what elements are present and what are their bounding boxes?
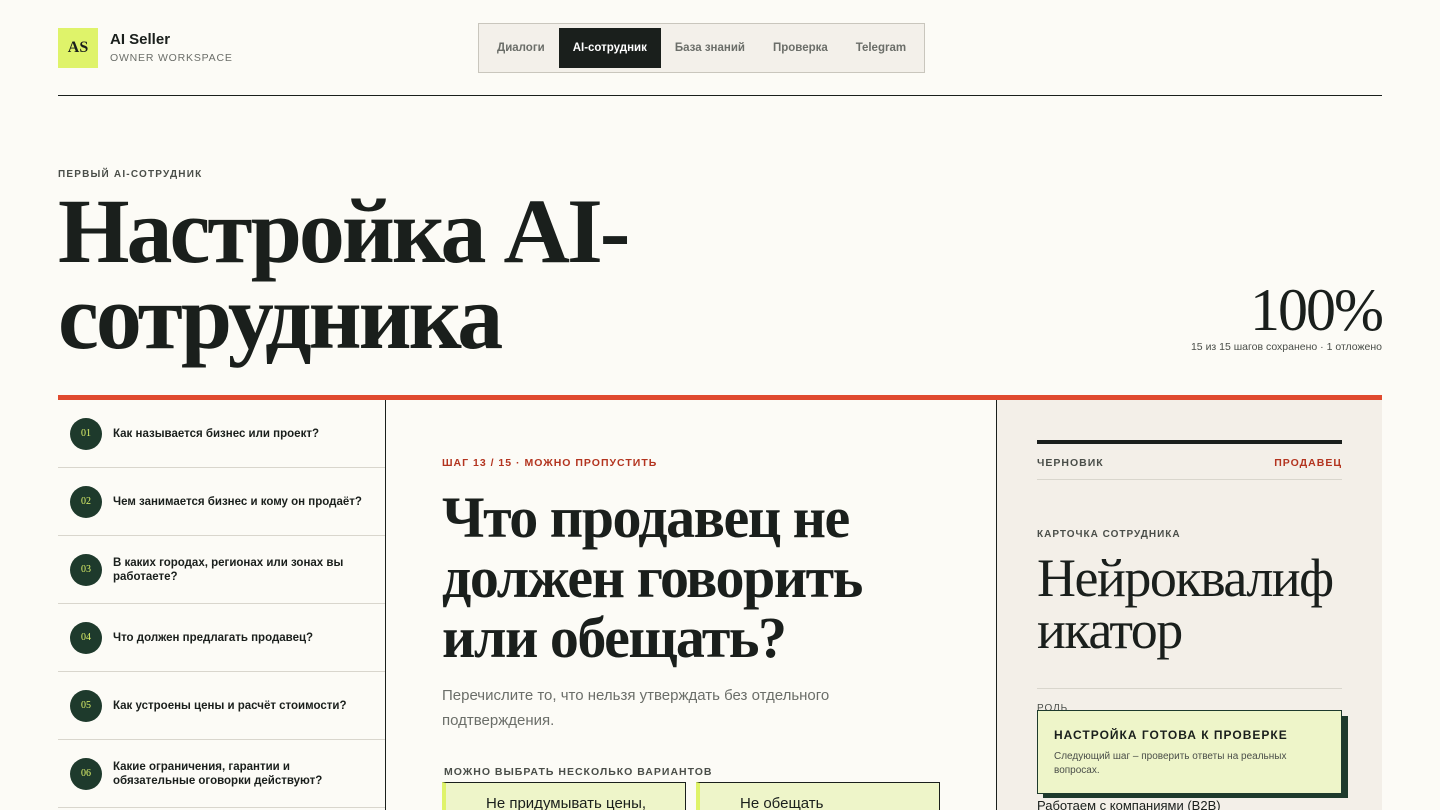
draft-label: ЧЕРНОВИК xyxy=(1037,456,1104,469)
step-number-badge: 04 xyxy=(70,621,102,654)
nav-tab-review[interactable]: Проверка xyxy=(759,28,842,68)
question-hint: Перечислите то, что нельзя утверждать бе… xyxy=(442,687,830,729)
step-meta: ШАГ 13 / 15 · МОЖНО ПРОПУСТИТЬ xyxy=(442,457,658,469)
nav-tab-knowledge-base[interactable]: База знаний xyxy=(661,28,759,68)
step-item[interactable]: 04 Что должен предлагать продавец? xyxy=(58,604,385,672)
brand-subtitle: OWNER WORKSPACE xyxy=(110,52,233,64)
option-chip[interactable]: Не придумывать цены, xyxy=(442,782,686,810)
step-item[interactable]: 03 В каких городах, регионах или зонах в… xyxy=(58,536,385,604)
step-question: Чем занимается бизнес и кому он продаёт? xyxy=(113,495,362,508)
top-bar: AS AI Seller OWNER WORKSPACE Диалоги AI-… xyxy=(58,0,1382,96)
progress-percent: 100% xyxy=(1250,277,1384,343)
progress-note: 15 из 15 шагов сохранено · 1 отложено xyxy=(1190,341,1382,353)
brand-name: AI Seller xyxy=(110,31,171,48)
nav-tab-ai-employee[interactable]: AI-сотрудник xyxy=(558,28,661,68)
step-question: Что должен предлагать продавец? xyxy=(113,631,314,644)
step-number-badge: 05 xyxy=(70,689,102,722)
option-chip[interactable]: Не обещать xyxy=(696,782,940,810)
nav-tab-telegram[interactable]: Telegram xyxy=(842,28,920,68)
employee-name: Нейроквалификатор xyxy=(1037,548,1334,660)
step-question: Как устроены цены и расчёт стоимости? xyxy=(113,699,347,712)
question-title: Что продавец не должен говорить или обещ… xyxy=(442,485,863,670)
b2b-line: Работаем с компаниями (B2B) xyxy=(1037,798,1221,810)
main-nav: Диалоги AI-сотрудник База знаний Проверк… xyxy=(478,23,926,73)
brand: AI Seller OWNER WORKSPACE xyxy=(110,31,233,64)
step-question: Какие ограничения, гарантии и обязательн… xyxy=(113,760,323,787)
hero-eyebrow: ПЕРВЫЙ AI-СОТРУДНИК xyxy=(58,169,203,180)
step-item[interactable]: 02 Чем занимается бизнес и кому он прода… xyxy=(58,468,385,536)
step-number-badge: 02 xyxy=(70,485,102,518)
step-item[interactable]: 06 Какие ограничения, гарантии и обязате… xyxy=(58,740,385,808)
step-number-badge: 01 xyxy=(70,417,102,450)
steps-list: 01 Как называется бизнес или проект? 02 … xyxy=(58,400,386,810)
step-question: В каких городах, регионах или зонах вы р… xyxy=(113,556,344,583)
card-divider xyxy=(1037,688,1342,689)
step-number-badge: 03 xyxy=(70,553,102,586)
multi-select-label: МОЖНО ВЫБРАТЬ НЕСКОЛЬКО ВАРИАНТОВ xyxy=(444,766,713,778)
page-title: Настройка AI-сотрудника xyxy=(58,180,630,368)
step-question: Как называется бизнес или проект? xyxy=(113,427,319,440)
step-item[interactable]: 01 Как называется бизнес или проект? xyxy=(58,400,385,468)
ready-toast[interactable]: НАСТРОЙКА ГОТОВА К ПРОВЕРКЕ Следующий ша… xyxy=(1037,710,1342,794)
question-panel: ШАГ 13 / 15 · МОЖНО ПРОПУСТИТЬ Что прода… xyxy=(386,400,997,810)
draft-header: ЧЕРНОВИК ПРОДАВЕЦ xyxy=(1037,440,1342,480)
card-label: КАРТОЧКА СОТРУДНИКА xyxy=(1037,529,1181,540)
step-number-badge: 06 xyxy=(70,757,102,790)
draft-role: ПРОДАВЕЦ xyxy=(1274,456,1342,469)
logo: AS xyxy=(58,28,98,68)
step-item[interactable]: 05 Как устроены цены и расчёт стоимости? xyxy=(58,672,385,740)
toast-text: Следующий шаг – проверить ответы на реал… xyxy=(1054,751,1287,776)
toast-title: НАСТРОЙКА ГОТОВА К ПРОВЕРКЕ xyxy=(1054,728,1288,742)
nav-tab-dialogs[interactable]: Диалоги xyxy=(483,28,559,68)
